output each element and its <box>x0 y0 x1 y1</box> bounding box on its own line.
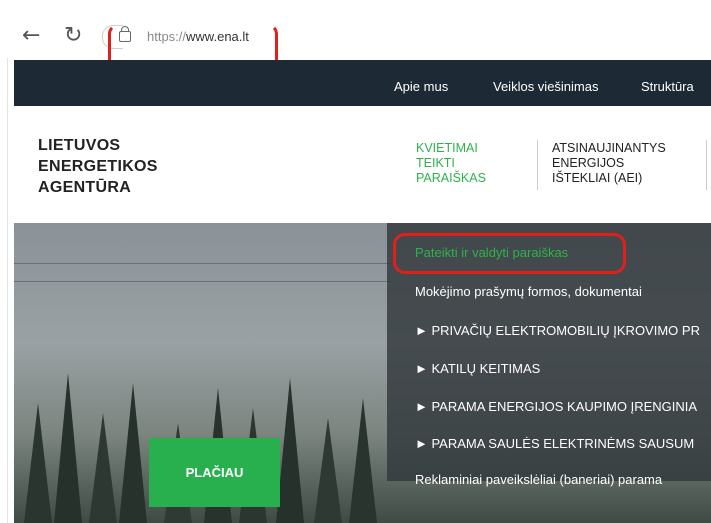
dropdown-item-mokejimo[interactable]: Mokėjimo prašymų formos, dokumentai <box>415 284 642 299</box>
tree-decoration <box>24 403 52 523</box>
site-header: LIETUVOS ENERGETIKOS AGENTŪRA KVIETIMAI … <box>14 106 711 223</box>
dropdown-item-saules[interactable]: ► PARAMA SAULĖS ELEKTRINĖMS SAUSUM <box>415 436 694 451</box>
nav-link-apie-mus[interactable]: Apie mus <box>394 79 448 94</box>
menu-aei[interactable]: ATSINAUJINANTYS ENERGIJOS IŠTEKLIAI (AEI… <box>552 141 666 186</box>
tree-decoration <box>119 383 147 523</box>
menu-divider <box>537 140 538 190</box>
menu-kvietimai[interactable]: KVIETIMAI TEIKTI PARAIŠKAS <box>416 141 486 186</box>
tree-decoration <box>276 378 304 523</box>
menu-divider <box>706 140 707 190</box>
site-logo[interactable]: LIETUVOS ENERGETIKOS AGENTŪRA <box>38 135 158 198</box>
tree-decoration <box>89 413 117 523</box>
tree-decoration <box>314 418 342 523</box>
dropdown-item-reklaminiai[interactable]: Reklaminiai paveikslėliai (baneriai) par… <box>415 472 662 487</box>
power-line <box>14 263 394 264</box>
tree-decoration <box>54 373 82 523</box>
top-navigation: Apie mus Veiklos viešinimas Struktūra <box>14 60 711 106</box>
browser-toolbar: ← ↻ https://www.ena.lt <box>0 0 711 75</box>
arrow-left-icon[interactable]: ← <box>22 25 40 47</box>
tree-decoration <box>349 398 377 523</box>
dropdown-item-elektromobiliu[interactable]: ► PRIVAČIŲ ELEKTROMOBILIŲ ĮKROVIMO PR <box>415 323 700 338</box>
nav-link-struktura[interactable]: Struktūra <box>641 79 694 94</box>
placiau-button[interactable]: PLAČIAU <box>149 438 280 507</box>
nav-link-veiklos-viesinimas[interactable]: Veiklos viešinimas <box>493 79 599 94</box>
dropdown-annotation-highlight <box>393 233 626 274</box>
dropdown-item-kaupimo[interactable]: ► PARAMA ENERGIJOS KAUPIMO ĮRENGINIA <box>415 399 697 414</box>
power-line <box>14 281 394 282</box>
page-margin-divider <box>7 58 8 523</box>
reload-icon[interactable]: ↻ <box>64 25 82 47</box>
dropdown-item-katilu[interactable]: ► KATILŲ KEITIMAS <box>415 361 540 376</box>
